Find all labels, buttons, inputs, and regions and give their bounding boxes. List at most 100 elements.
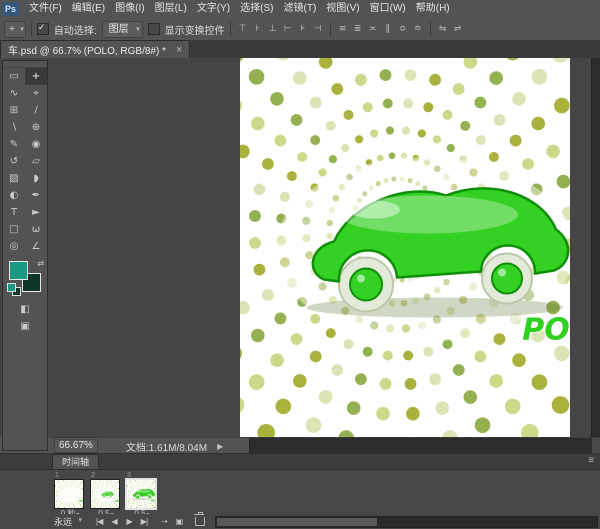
distribute-top-edges-icon[interactable]: ≡ [336,22,350,37]
eraser-tool[interactable]: ▱ [25,153,47,170]
document-tab[interactable]: 车.psd @ 66.7% (POLO, RGB/8#) * × [0,40,191,58]
ruler-tool[interactable]: ∠ [25,238,47,255]
frame-number: 1 [55,472,59,479]
auto-align-layers-icon[interactable]: ⇋ [436,22,450,37]
align-horizontal-centers-icon[interactable]: ⊧ [296,22,310,37]
menu-filter[interactable]: 滤镜(T) [279,0,322,18]
menu-file[interactable]: 文件(F) [24,0,67,18]
foreground-color-swatch[interactable] [9,261,28,280]
show-transform-checkbox[interactable] [147,23,160,35]
timeline-panel-menu-icon[interactable]: ≡ [588,455,594,466]
spot-healing-brush-tool[interactable]: ⊕ [25,119,47,136]
distribute-left-edges-icon[interactable]: ∥ [381,22,395,37]
loop-count-dropdown[interactable]: 永远 [54,515,83,528]
align-top-edges-icon[interactable]: ⊤ [236,22,250,37]
frame-number: 2 [91,472,95,479]
timeline-frames: 1PO0 秒2PO0.53PO0.5 [0,470,600,518]
canvas-area[interactable]: PO [50,58,592,437]
vertical-scrollbar[interactable] [591,58,600,437]
status-menu-arrow-icon[interactable]: ▶ [217,442,223,451]
previous-frame-button[interactable]: ◀ [108,517,120,526]
brush-tool[interactable]: ✎ [3,136,25,153]
svg-text:PO: PO [522,313,570,348]
timeline-frame-2[interactable]: 2PO0.5 [90,472,122,518]
auto-select-checkbox[interactable] [36,22,49,35]
timeline-controls: 永远 |◀◀▶▶| ⇢▣ [0,512,600,529]
duplicate-frame-button[interactable]: ▣ [173,517,185,526]
clone-stamp-tool[interactable]: ◉ [25,136,47,153]
status-bar: 66.67% 文档:1.61M/8.04M ▶ [50,437,600,454]
blur-tool[interactable]: ◗ [25,170,47,187]
timeline-panel: 时间轴 ≡ 1PO0 秒2PO0.53PO0.5 永远 |◀◀▶▶| ⇢▣ [0,453,600,529]
tool-preset-picker[interactable]: + [4,20,26,38]
tween-button[interactable]: ⇢ [158,517,170,526]
auto-select-target-dropdown[interactable]: 图层 [101,20,143,38]
color-swatches: ⇄ [6,259,44,296]
align-right-edges-icon[interactable]: ⊣ [311,22,325,37]
distribute-horizontal-centers-icon[interactable]: ≎ [396,22,410,37]
align-vertical-centers-icon[interactable]: ⊦ [251,22,265,37]
photoshop-window: Ps 文件(F) 编辑(E) 图像(I) 图层(L) 文字(Y) 选择(S) 滤… [0,0,600,529]
canvas-artwork: PO [240,58,570,437]
menu-view[interactable]: 视图(V) [321,0,364,18]
tab-close-icon[interactable]: × [176,44,182,55]
distribute-right-edges-icon[interactable]: ≏ [411,22,425,37]
pen-tool[interactable]: ✒ [25,187,47,204]
rectangular-marquee-tool[interactable]: ▭ [3,68,25,85]
frame-thumbnail[interactable]: PO [90,479,120,509]
history-brush-tool[interactable]: ↺ [3,153,25,170]
screen-mode-button[interactable]: ▣ [3,318,47,335]
path-selection-tool[interactable]: ► [25,204,47,221]
menu-select[interactable]: 选择(S) [235,0,278,18]
distribute-vertical-centers-icon[interactable]: ≣ [351,22,365,37]
timeline-scrollbar-thumb[interactable] [217,517,378,526]
timeline-header: 时间轴 ≡ [0,454,600,470]
quick-mask-mode-button[interactable]: ◧ [3,301,47,318]
move-tool[interactable]: + [25,68,47,85]
3d-mode-icon[interactable]: ⇌ [451,22,465,37]
options-separator [329,21,331,37]
timeline-scrollbar[interactable] [215,515,598,528]
hand-tool[interactable]: ω [25,221,47,238]
menu-type[interactable]: 文字(Y) [192,0,235,18]
next-frame-button[interactable]: ▶| [138,517,150,526]
swap-colors-icon[interactable]: ⇄ [37,259,44,268]
delete-frame-button[interactable] [194,512,206,526]
frame-thumbnail[interactable]: PO [126,479,156,509]
menu-window[interactable]: 窗口(W) [365,0,411,18]
zoom-level-field[interactable]: 66.67% [54,439,98,453]
slice-tool[interactable]: ∕ [25,102,47,119]
toolbar-tools: ▭ + ∿ ⌖ ⊞ ∕ ∖ ⊕ ✎ ◉ ↺ ▱ ▨ ◗ ◐ ✒ T ► □ ω ◎ ∠ [3,68,47,255]
distribute-bottom-edges-icon[interactable]: ≍ [366,22,380,37]
menu-image[interactable]: 图像(I) [110,0,149,18]
dodge-tool[interactable]: ◐ [3,187,25,204]
first-frame-button[interactable]: |◀ [93,517,105,526]
quick-selection-tool[interactable]: ⌖ [25,85,47,102]
menu-layer[interactable]: 图层(L) [150,0,192,18]
menu-help[interactable]: 帮助(H) [411,0,455,18]
play-button[interactable]: ▶ [123,517,135,526]
align-bottom-edges-icon[interactable]: ⊥ [266,22,280,37]
timeline-frame-3[interactable]: 3PO0.5 [126,472,158,518]
timeline-tab[interactable]: 时间轴 [52,454,100,469]
frame-number: 3 [127,472,131,479]
gradient-tool[interactable]: ▨ [3,170,25,187]
crop-tool[interactable]: ⊞ [3,102,25,119]
menu-edit[interactable]: 编辑(E) [67,0,110,18]
move-tool-icon: + [9,23,15,35]
tools-panel-grip[interactable] [3,61,47,68]
eyedropper-tool[interactable]: ∖ [3,119,25,136]
align-left-edges-icon[interactable]: ⊢ [281,22,295,37]
frame-thumbnail[interactable]: PO [54,479,84,509]
shape-tool[interactable]: □ [3,221,25,238]
horizontal-scrollbar[interactable] [249,438,592,454]
type-tool[interactable]: T [3,204,25,221]
zoom-tool[interactable]: ◎ [3,238,25,255]
default-colors-icon[interactable] [7,283,16,292]
distribute-icon-group: ≡ ≣ ≍ ∥ ≎ ≏ [336,22,425,37]
auto-select-label: 自动选择: [53,25,97,37]
lasso-tool[interactable]: ∿ [3,85,25,102]
options-separator [229,21,231,37]
document-size-info: 文档:1.61M/8.04M [125,442,208,454]
timeline-frame-1[interactable]: 1PO0 秒 [54,472,86,518]
